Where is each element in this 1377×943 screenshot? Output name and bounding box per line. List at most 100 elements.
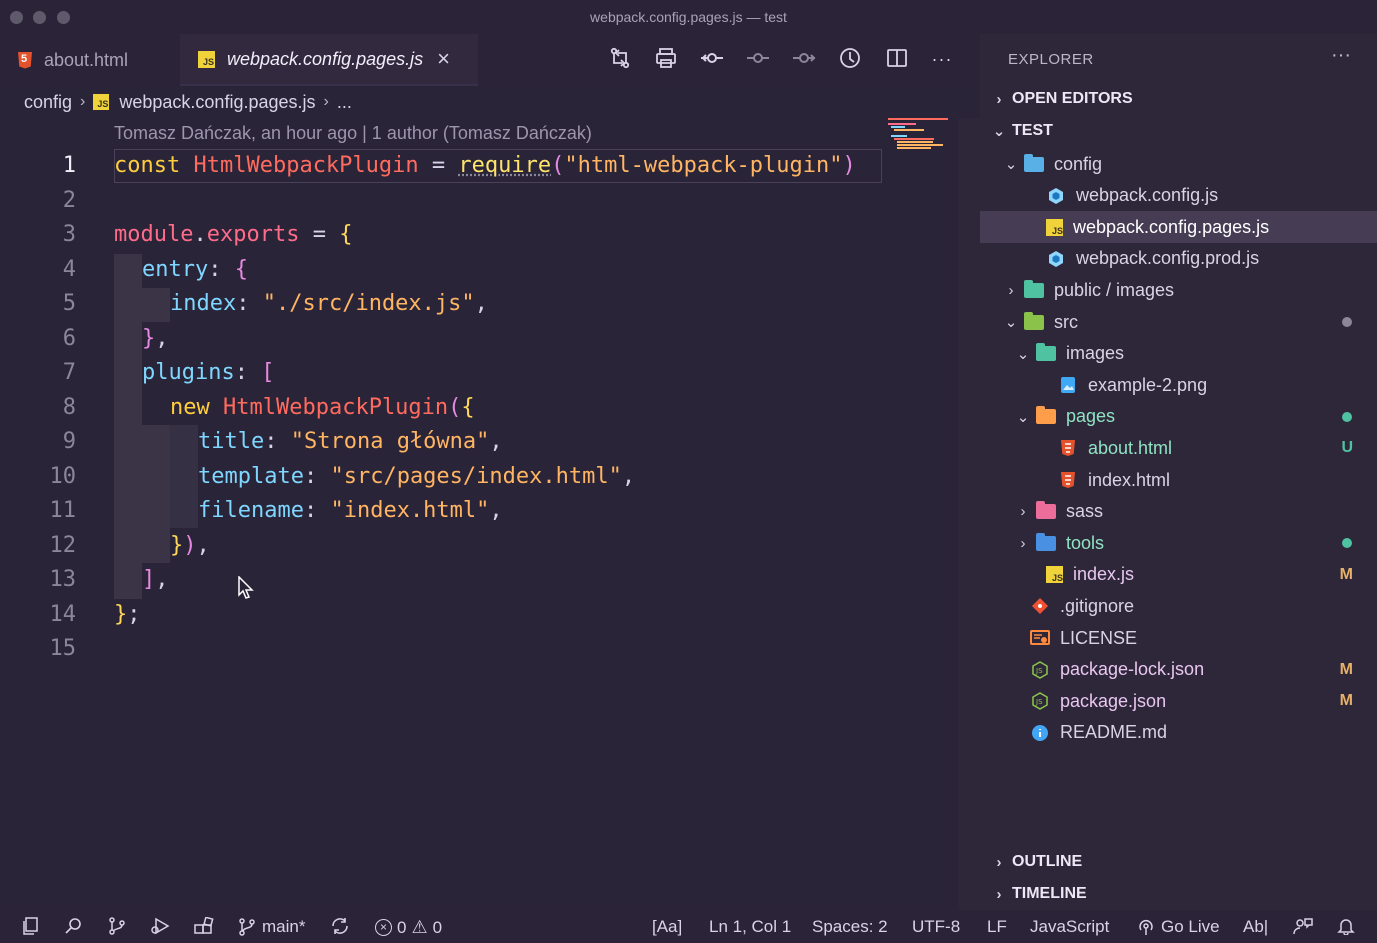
search-icon[interactable] — [65, 917, 83, 940]
tree-item[interactable]: JS index.js M — [980, 559, 1377, 591]
code-line-12[interactable]: }), — [170, 529, 210, 564]
code-line-14[interactable]: }; — [114, 598, 141, 633]
more-actions-icon[interactable]: ··· — [1331, 44, 1351, 67]
code-editor[interactable]: Tomasz Dańczak, an hour ago | 1 author (… — [0, 118, 980, 910]
format-status[interactable]: Ab| — [1243, 917, 1268, 937]
tree-item[interactable]: JS package.json M — [980, 685, 1377, 717]
notifications-icon[interactable] — [1337, 917, 1355, 940]
code-line-3[interactable]: module.exports = { — [114, 218, 352, 253]
mouse-cursor-icon — [238, 576, 254, 599]
tree-item[interactable]: webpack.config.prod.js — [980, 243, 1377, 275]
tree-item[interactable]: README.md — [980, 717, 1377, 749]
section-open-editors[interactable]: › OPEN EDITORS — [990, 90, 1133, 108]
minimap[interactable] — [886, 118, 958, 178]
tree-item[interactable]: about.html U — [980, 432, 1377, 464]
eol-status[interactable]: LF — [987, 917, 1007, 937]
git-status-badge: M — [1339, 660, 1353, 678]
tree-item[interactable]: JS webpack.config.pages.js — [980, 211, 1377, 244]
breadcrumb-folder[interactable]: config — [24, 92, 72, 113]
title-bar: webpack.config.pages.js — test — [0, 0, 1377, 34]
tree-item[interactable]: › tools — [980, 527, 1377, 559]
language-status[interactable]: JavaScript — [1030, 917, 1109, 937]
code-line-7[interactable]: plugins: [ — [142, 356, 274, 391]
html5-icon — [1058, 471, 1078, 489]
files-icon[interactable] — [22, 917, 40, 940]
code-line-6[interactable]: }, — [142, 322, 169, 357]
git-icon — [1030, 597, 1050, 615]
sync-icon[interactable] — [330, 917, 350, 940]
info-icon — [1030, 724, 1050, 742]
git-blame-annotation[interactable]: Tomasz Dańczak, an hour ago | 1 author (… — [114, 123, 592, 144]
close-icon[interactable]: × — [437, 46, 450, 72]
problems-status[interactable]: × 0 ⚠ 0 — [375, 917, 442, 938]
extensions-icon[interactable] — [194, 916, 214, 940]
tree-item[interactable]: JS package-lock.json M — [980, 654, 1377, 686]
print-icon[interactable] — [653, 46, 679, 76]
breadcrumb-more[interactable]: ... — [337, 92, 352, 113]
section-outline[interactable]: › OUTLINE — [990, 853, 1083, 871]
js-icon: JS — [198, 50, 215, 68]
folder-icon — [1036, 532, 1056, 551]
js-icon: JS — [93, 94, 110, 110]
code-line-9[interactable]: title: "Strona główna", — [198, 425, 503, 460]
editor-scrollbar[interactable] — [958, 118, 980, 910]
html5-icon — [18, 51, 32, 69]
tree-item-label: public / images — [1054, 279, 1175, 300]
window-title: webpack.config.pages.js — test — [590, 9, 787, 25]
tree-item[interactable]: ⌄ images — [980, 338, 1377, 370]
compare-changes-icon[interactable] — [607, 46, 633, 76]
run-debug-icon[interactable] — [150, 917, 170, 940]
indentation-status[interactable]: Spaces: 2 — [812, 917, 888, 937]
tab-webpack-config-pages[interactable]: JS webpack.config.pages.js × — [180, 34, 478, 86]
breadcrumb-file[interactable]: webpack.config.pages.js — [119, 92, 315, 113]
timeline-icon[interactable] — [837, 46, 863, 76]
code-line-13[interactable]: ], — [142, 563, 169, 598]
chevron-right-icon: › — [996, 885, 1002, 903]
code-line-10[interactable]: template: "src/pages/index.html", — [198, 460, 635, 495]
tree-item-label: webpack.config.prod.js — [1076, 248, 1260, 269]
folder-icon — [1036, 343, 1056, 362]
breadcrumb: config › JS webpack.config.pages.js › ..… — [24, 89, 352, 115]
more-actions-icon[interactable]: ··· — [929, 46, 955, 72]
branch-status[interactable]: main* — [238, 917, 305, 937]
cursor-position-status[interactable]: Ln 1, Col 1 — [709, 917, 791, 937]
case-sensitive-status[interactable]: [Aa] — [652, 917, 682, 937]
tree-item[interactable]: ⌄ pages — [980, 401, 1377, 433]
nodejs-icon: JS — [1030, 660, 1050, 679]
tree-item[interactable]: ⌄ src — [980, 306, 1377, 338]
webpack-icon — [1046, 250, 1066, 268]
tree-item[interactable]: › public / images — [980, 274, 1377, 306]
tree-item[interactable]: ⌄ config — [980, 148, 1377, 180]
indent-guide — [142, 425, 170, 563]
git-commit-icon[interactable] — [699, 46, 725, 76]
tree-item[interactable]: webpack.config.js — [980, 180, 1377, 212]
code-line-4[interactable]: entry: { — [142, 253, 248, 288]
section-timeline[interactable]: › TIMELINE — [990, 885, 1087, 903]
tree-item-label: webpack.config.js — [1076, 185, 1219, 206]
tree-item[interactable]: index.html — [980, 464, 1377, 496]
chevron-down-icon: ⌄ — [1016, 408, 1030, 426]
tree-item[interactable]: › sass — [980, 496, 1377, 528]
image-file-icon — [1058, 376, 1078, 394]
section-project[interactable]: ⌄ TEST — [990, 122, 1053, 140]
tree-item-label: README.md — [1060, 722, 1168, 743]
split-editor-icon[interactable] — [884, 46, 910, 76]
code-line-8[interactable]: new HtmlWebpackPlugin({ — [170, 391, 475, 426]
tree-item[interactable]: LICENSE — [980, 622, 1377, 654]
code-line-5[interactable]: index: "./src/index.js", — [170, 287, 488, 322]
next-change-icon[interactable] — [791, 46, 817, 76]
chevron-down-icon: ⌄ — [1004, 314, 1018, 331]
indent-guide — [114, 254, 142, 599]
tree-item[interactable]: example-2.png — [980, 369, 1377, 401]
source-control-icon[interactable] — [108, 917, 126, 940]
previous-change-icon[interactable] — [745, 46, 771, 76]
feedback-icon[interactable] — [1293, 917, 1313, 940]
error-icon: × — [375, 919, 392, 936]
encoding-status[interactable]: UTF-8 — [912, 917, 960, 937]
go-live-button[interactable]: Go Live — [1137, 917, 1220, 937]
tree-item[interactable]: .gitignore — [980, 590, 1377, 622]
code-line-11[interactable]: filename: "index.html", — [198, 494, 503, 529]
code-line-1[interactable]: const HtmlWebpackPlugin = require("html-… — [114, 149, 882, 184]
tree-item-label: index.js — [1073, 564, 1135, 585]
tab-about-html[interactable]: about.html — [18, 34, 178, 86]
